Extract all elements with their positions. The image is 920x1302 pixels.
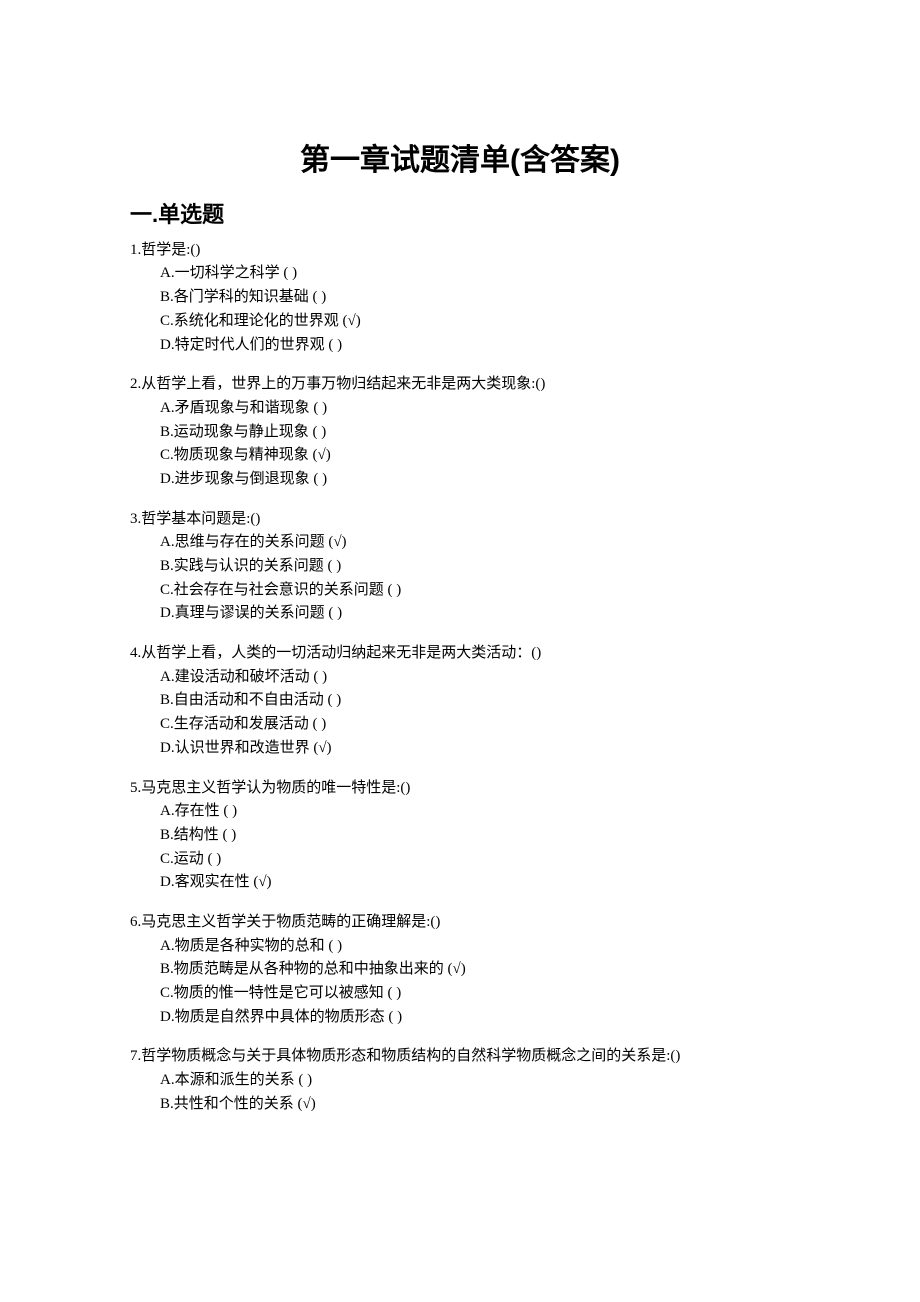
question-option: D.真理与谬误的关系问题 ( ) (130, 602, 790, 626)
question-option: B.自由活动和不自由活动 ( ) (130, 689, 790, 713)
question-block: 6.马克思主义哲学关于物质范畴的正确理解是:() A.物质是各种实物的总和 ( … (130, 911, 790, 1029)
question-option: B.结构性 ( ) (130, 824, 790, 848)
question-option: A.建设活动和破坏活动 ( ) (130, 666, 790, 690)
question-stem: 7.哲学物质概念与关于具体物质形态和物质结构的自然科学物质概念之间的关系是:() (130, 1045, 790, 1069)
question-option: B.各门学科的知识基础 ( ) (130, 286, 790, 310)
question-stem: 1.哲学是:() (130, 239, 790, 263)
question-stem: 5.马克思主义哲学认为物质的唯一特性是:() (130, 777, 790, 801)
question-option: B.运动现象与静止现象 ( ) (130, 421, 790, 445)
question-option: A.物质是各种实物的总和 ( ) (130, 935, 790, 959)
question-option: A.一切科学之科学 ( ) (130, 262, 790, 286)
question-block: 4.从哲学上看，人类的一切活动归纳起来无非是两大类活动：() A.建设活动和破坏… (130, 642, 790, 760)
question-option: D.客观实在性 (√) (130, 871, 790, 895)
question-option: A.本源和派生的关系 ( ) (130, 1069, 790, 1093)
question-block: 7.哲学物质概念与关于具体物质形态和物质结构的自然科学物质概念之间的关系是:()… (130, 1045, 790, 1116)
question-option: A.矛盾现象与和谐现象 ( ) (130, 397, 790, 421)
question-option: D.特定时代人们的世界观 ( ) (130, 334, 790, 358)
question-block: 1.哲学是:() A.一切科学之科学 ( ) B.各门学科的知识基础 ( ) C… (130, 239, 790, 357)
question-option: D.物质是自然界中具体的物质形态 ( ) (130, 1006, 790, 1030)
question-option: D.认识世界和改造世界 (√) (130, 737, 790, 761)
question-option: B.共性和个性的关系 (√) (130, 1093, 790, 1117)
question-block: 5.马克思主义哲学认为物质的唯一特性是:() A.存在性 ( ) B.结构性 (… (130, 777, 790, 895)
question-option: B.实践与认识的关系问题 ( ) (130, 555, 790, 579)
question-option: C.运动 ( ) (130, 848, 790, 872)
question-option: B.物质范畴是从各种物的总和中抽象出来的 (√) (130, 958, 790, 982)
question-stem: 6.马克思主义哲学关于物质范畴的正确理解是:() (130, 911, 790, 935)
question-stem: 4.从哲学上看，人类的一切活动归纳起来无非是两大类活动：() (130, 642, 790, 666)
question-option: C.社会存在与社会意识的关系问题 ( ) (130, 579, 790, 603)
question-option: C.物质现象与精神现象 (√) (130, 444, 790, 468)
question-stem: 2.从哲学上看，世界上的万事万物归结起来无非是两大类现象:() (130, 373, 790, 397)
question-option: C.系统化和理论化的世界观 (√) (130, 310, 790, 334)
section-heading: 一.单选题 (130, 200, 790, 231)
page-title: 第一章试题清单(含答案) (130, 140, 790, 182)
question-option: D.进步现象与倒退现象 ( ) (130, 468, 790, 492)
question-block: 2.从哲学上看，世界上的万事万物归结起来无非是两大类现象:() A.矛盾现象与和… (130, 373, 790, 491)
document-page: 第一章试题清单(含答案) 一.单选题 1.哲学是:() A.一切科学之科学 ( … (0, 0, 920, 1302)
question-option: A.存在性 ( ) (130, 800, 790, 824)
question-stem: 3.哲学基本问题是:() (130, 508, 790, 532)
question-option: C.生存活动和发展活动 ( ) (130, 713, 790, 737)
question-block: 3.哲学基本问题是:() A.思维与存在的关系问题 (√) B.实践与认识的关系… (130, 508, 790, 626)
question-option: A.思维与存在的关系问题 (√) (130, 531, 790, 555)
question-option: C.物质的惟一特性是它可以被感知 ( ) (130, 982, 790, 1006)
